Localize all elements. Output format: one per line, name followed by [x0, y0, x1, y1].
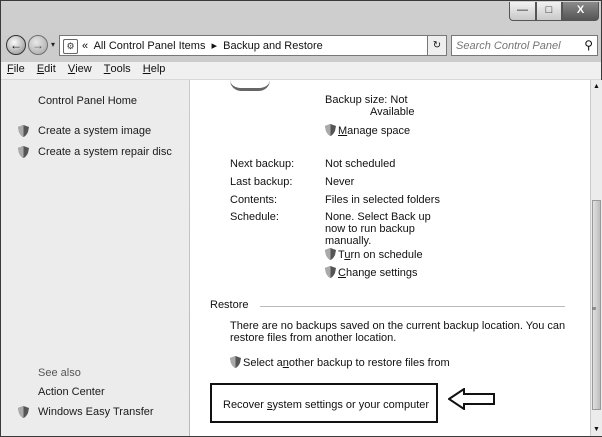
create-system-image-link[interactable]: Create a system image [38, 125, 151, 137]
menu-edit[interactable]: Edit [37, 62, 56, 75]
vertical-scrollbar[interactable]: ▲ ≡ ▼ [590, 80, 602, 436]
minimize-button[interactable]: — [509, 2, 536, 21]
control-panel-icon: ⚙ [63, 39, 78, 54]
backup-size-label: Backup size: Not [325, 94, 408, 106]
menu-help[interactable]: Help [143, 62, 166, 75]
scrollbar-grip-icon: ≡ [592, 306, 597, 313]
create-system-repair-disc-link[interactable]: Create a system repair disc [38, 146, 172, 158]
control-panel-home-link[interactable]: Control Panel Home [38, 95, 137, 107]
windows-easy-transfer-link[interactable]: Windows Easy Transfer [38, 406, 154, 418]
change-settings-link[interactable]: Change settings [325, 266, 418, 279]
refresh-icon: ↻ [432, 40, 442, 51]
backup-drive-icon [230, 80, 270, 91]
forward-arrow-icon: → [32, 38, 44, 52]
title-bar: — □ X [1, 1, 601, 31]
restore-heading: Restore [210, 299, 253, 311]
restore-message-line-2: restore files from another location. [230, 332, 397, 344]
uac-shield-icon [18, 146, 29, 158]
menu-bar: File Edit View Tools Help [1, 62, 601, 80]
breadcrumb-separator-icon[interactable]: ▸ [212, 40, 218, 52]
next-backup-value: Not scheduled [325, 158, 396, 170]
breadcrumb-backup-and-restore[interactable]: Backup and Restore [223, 40, 323, 52]
breadcrumb: « All Control Panel Items ▸ Backup and R… [82, 39, 326, 52]
back-arrow-icon: ← [10, 38, 22, 52]
breadcrumb-overflow[interactable]: « [82, 40, 88, 52]
contents-label: Contents: [230, 194, 278, 206]
uac-shield-icon [325, 266, 336, 278]
turn-on-schedule-link[interactable]: Turn on schedule [325, 248, 423, 261]
recover-system-settings-link[interactable]: Recover system settings or your computer [223, 399, 429, 411]
search-input[interactable] [456, 37, 574, 54]
uac-shield-icon [18, 125, 29, 137]
menu-tools[interactable]: Tools [104, 62, 131, 75]
uac-shield-icon [325, 248, 336, 260]
address-bar[interactable]: ⚙ « All Control Panel Items ▸ Backup and… [59, 35, 446, 56]
refresh-button[interactable]: ↻ [427, 35, 447, 56]
scroll-up-icon[interactable]: ▲ [593, 83, 600, 90]
select-another-backup-link[interactable]: Select another backup to restore files f… [230, 356, 450, 369]
action-center-link[interactable]: Action Center [38, 386, 105, 398]
back-button[interactable]: ← [6, 35, 26, 55]
breadcrumb-all-control-panel-items[interactable]: All Control Panel Items [94, 40, 206, 52]
scrollbar-thumb[interactable] [592, 200, 601, 410]
recent-pages-dropdown[interactable]: ▾ [51, 40, 55, 49]
scroll-down-icon[interactable]: ▼ [593, 426, 600, 433]
next-backup-label: Next backup: [230, 158, 295, 170]
pointer-arrow-icon [448, 388, 495, 410]
schedule-value-line-3: manually. [325, 235, 372, 247]
menu-file[interactable]: File [7, 62, 25, 75]
search-box[interactable]: ⚲ [451, 35, 598, 56]
task-pane: Control Panel Home Create a system image… [1, 80, 189, 436]
search-icon[interactable]: ⚲ [584, 38, 593, 52]
schedule-value-line-1: None. Select Back up [325, 211, 431, 223]
manage-space-link[interactable]: Manage space [325, 124, 410, 137]
close-button[interactable]: X [562, 2, 599, 21]
backup-restore-window: — □ X ← → ▾ ⚙ « All Control Panel Items … [0, 0, 602, 437]
recover-highlight-box: Recover system settings or your computer [210, 383, 438, 423]
restore-message-line-1: There are no backups saved on the curren… [230, 320, 566, 332]
main-content: Backup size: Not Available Manage space … [190, 80, 590, 436]
menu-view[interactable]: View [68, 62, 92, 75]
maximize-button[interactable]: □ [536, 2, 562, 21]
see-also-heading: See also [38, 367, 81, 379]
last-backup-value: Never [325, 176, 355, 188]
uac-shield-icon [230, 356, 241, 368]
last-backup-label: Last backup: [230, 176, 293, 188]
contents-value: Files in selected folders [325, 194, 440, 206]
uac-shield-icon [325, 124, 336, 136]
windows-easy-transfer-icon [18, 406, 29, 418]
schedule-value-line-2: now to run backup [325, 223, 415, 235]
schedule-label: Schedule: [230, 211, 279, 223]
navigation-bar: ← → ▾ ⚙ « All Control Panel Items ▸ Back… [1, 33, 601, 59]
backup-size-value: Available [370, 106, 415, 118]
forward-button[interactable]: → [28, 35, 48, 55]
restore-divider [260, 306, 565, 307]
